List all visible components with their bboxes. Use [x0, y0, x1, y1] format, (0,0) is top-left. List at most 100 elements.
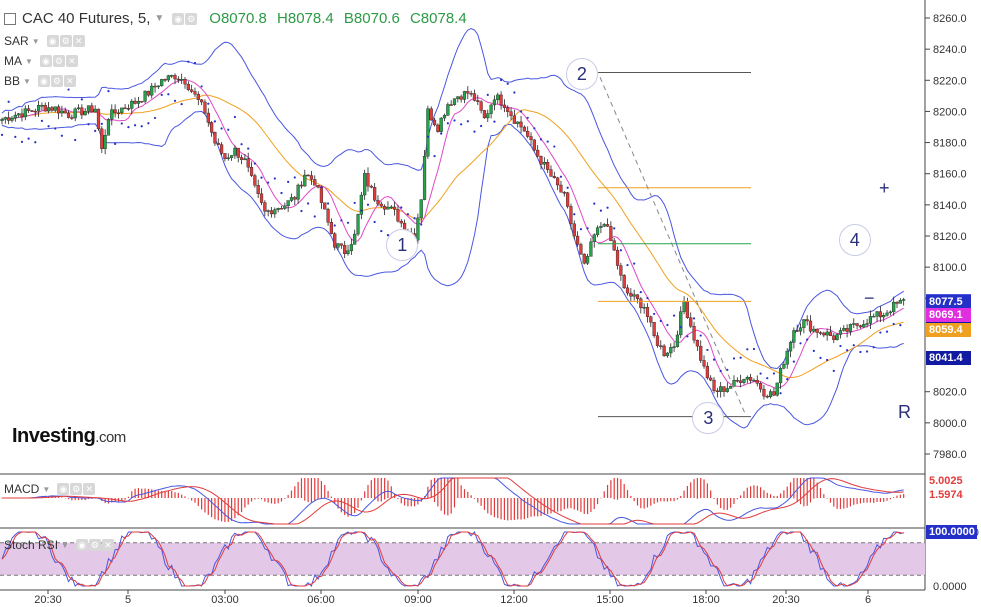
- candle-body: [196, 93, 200, 100]
- wave-label-4[interactable]: 4: [838, 224, 871, 257]
- sar-dot: [67, 88, 70, 91]
- candle-body: [476, 100, 480, 102]
- candle-body: [792, 330, 796, 343]
- macd-histogram-bar: [374, 478, 376, 500]
- sar-dot: [799, 342, 802, 345]
- chevron-down-icon[interactable]: ▼: [61, 541, 69, 550]
- candle-body: [256, 185, 260, 194]
- macd-histogram-bar: [586, 498, 589, 515]
- macd-histogram-bar: [300, 478, 303, 498]
- indicator-label: MACD: [4, 482, 40, 496]
- sar-dot: [14, 135, 17, 138]
- indicator-ma[interactable]: MA ▼ ◉ ⚙ ✕: [4, 54, 78, 68]
- sar-dot: [446, 122, 449, 125]
- macd-histogram-bar: [220, 498, 223, 522]
- indicator-sar[interactable]: SAR ▼ ◉ ⚙ ✕: [4, 34, 85, 48]
- candle-body: [692, 326, 696, 341]
- x-tick-label: 09:00: [404, 594, 432, 606]
- candle-body: [695, 339, 699, 347]
- macd-histogram-bar: [550, 498, 552, 514]
- sar-dot: [692, 317, 696, 320]
- chart-mark[interactable]: R: [898, 402, 911, 423]
- candle-body: [615, 249, 620, 266]
- sar-dot: [267, 181, 270, 184]
- sar-dot: [499, 78, 503, 82]
- macd-histogram-bar: [829, 498, 832, 503]
- macd-histogram-bar: [74, 498, 76, 501]
- macd-histogram-bar: [194, 498, 196, 503]
- macd-histogram-bar: [726, 498, 728, 510]
- macd-histogram-bar: [171, 491, 173, 498]
- sar-dot: [513, 91, 516, 94]
- macd-histogram-bar: [187, 498, 189, 499]
- candle-body: [815, 328, 819, 333]
- candle-body: [313, 179, 317, 186]
- candle-body: [549, 169, 553, 177]
- macd-histogram-bar: [157, 490, 159, 498]
- sar-dot: [20, 140, 24, 143]
- symbol-title: CAC 40 Futures, 5,: [22, 10, 151, 27]
- candle-body: [585, 256, 590, 264]
- candle-body: [622, 274, 626, 289]
- chevron-down-icon[interactable]: ▼: [154, 13, 164, 24]
- candle-body: [100, 128, 104, 149]
- indicator-label: BB: [4, 74, 21, 88]
- close-icon: ✕: [63, 75, 76, 87]
- macd-histogram-bar: [247, 498, 249, 505]
- macd-histogram-bar: [330, 496, 332, 498]
- candle-body: [193, 91, 197, 95]
- sar-dot: [879, 331, 882, 334]
- macd-histogram-bar: [57, 497, 60, 498]
- chart-mark[interactable]: +: [879, 178, 890, 199]
- macd-histogram-bar: [846, 498, 848, 508]
- macd-histogram-bar: [490, 498, 492, 516]
- wave-label-3[interactable]: 3: [692, 401, 725, 434]
- sar-dot: [366, 203, 370, 206]
- chevron-down-icon[interactable]: ▼: [23, 77, 31, 86]
- candle-body: [885, 312, 889, 316]
- chart-stage[interactable]: 8260.0 8240.0 8220.0 8200.0 8180.0 8160.0 8140…: [0, 0, 981, 607]
- sar-dot: [460, 123, 463, 126]
- candle-body: [619, 265, 623, 276]
- candle-body: [283, 205, 287, 209]
- macd-histogram-bar: [324, 485, 326, 498]
- macd-histogram-bar: [207, 498, 209, 515]
- macd-histogram-bar: [547, 498, 549, 515]
- candle-body: [685, 301, 690, 318]
- close-value: C8078.4: [409, 10, 467, 27]
- macd-histogram-bar: [567, 498, 569, 509]
- candle-body: [389, 206, 393, 209]
- macd-histogram-bar: [630, 495, 632, 498]
- indicator-macd[interactable]: MACD ▼ ◉ ⚙ ✕: [4, 482, 96, 496]
- chevron-down-icon[interactable]: ▼: [32, 37, 40, 46]
- gear-icon: ⚙: [88, 539, 101, 551]
- header-controls[interactable]: ◉ ⚙: [172, 12, 198, 25]
- candle-body: [226, 157, 230, 159]
- bollinger-upper-line: [1, 27, 904, 370]
- macd-histogram-bar: [137, 488, 140, 498]
- macd-histogram-bar: [480, 498, 482, 506]
- candle-body: [516, 121, 520, 124]
- indicator-stoch-rsi[interactable]: Stoch RSI ▼ ◉ ⚙ ✕: [4, 538, 114, 552]
- price-label: 8059.4: [926, 323, 971, 338]
- chevron-down-icon[interactable]: ▼: [25, 57, 33, 66]
- macd-histogram-bar: [493, 498, 496, 518]
- macd-histogram-bar: [367, 485, 369, 498]
- chevron-down-icon[interactable]: ▼: [42, 485, 50, 494]
- candle-body: [539, 156, 543, 165]
- chart-mark[interactable]: −: [864, 288, 875, 309]
- candle-body: [878, 311, 882, 318]
- macd-signal-line: [2, 477, 904, 525]
- candle-body: [30, 110, 34, 112]
- collapse-icon[interactable]: [4, 12, 16, 25]
- macd-histogram-bar: [344, 498, 346, 516]
- indicator-bb[interactable]: BB ▼ ◉ ⚙ ✕: [4, 74, 76, 88]
- price-chart-svg[interactable]: 8260.0 8240.0 8220.0 8200.0 8180.0 8160.0 8140…: [0, 0, 981, 607]
- wave-label-2[interactable]: 2: [565, 57, 598, 90]
- candle-body: [70, 117, 74, 119]
- candle-body: [872, 315, 876, 318]
- candle-body: [672, 346, 676, 348]
- close-icon: ✕: [83, 483, 96, 495]
- wave-label-1[interactable]: 1: [386, 228, 419, 261]
- macd-histogram-bar: [673, 498, 675, 502]
